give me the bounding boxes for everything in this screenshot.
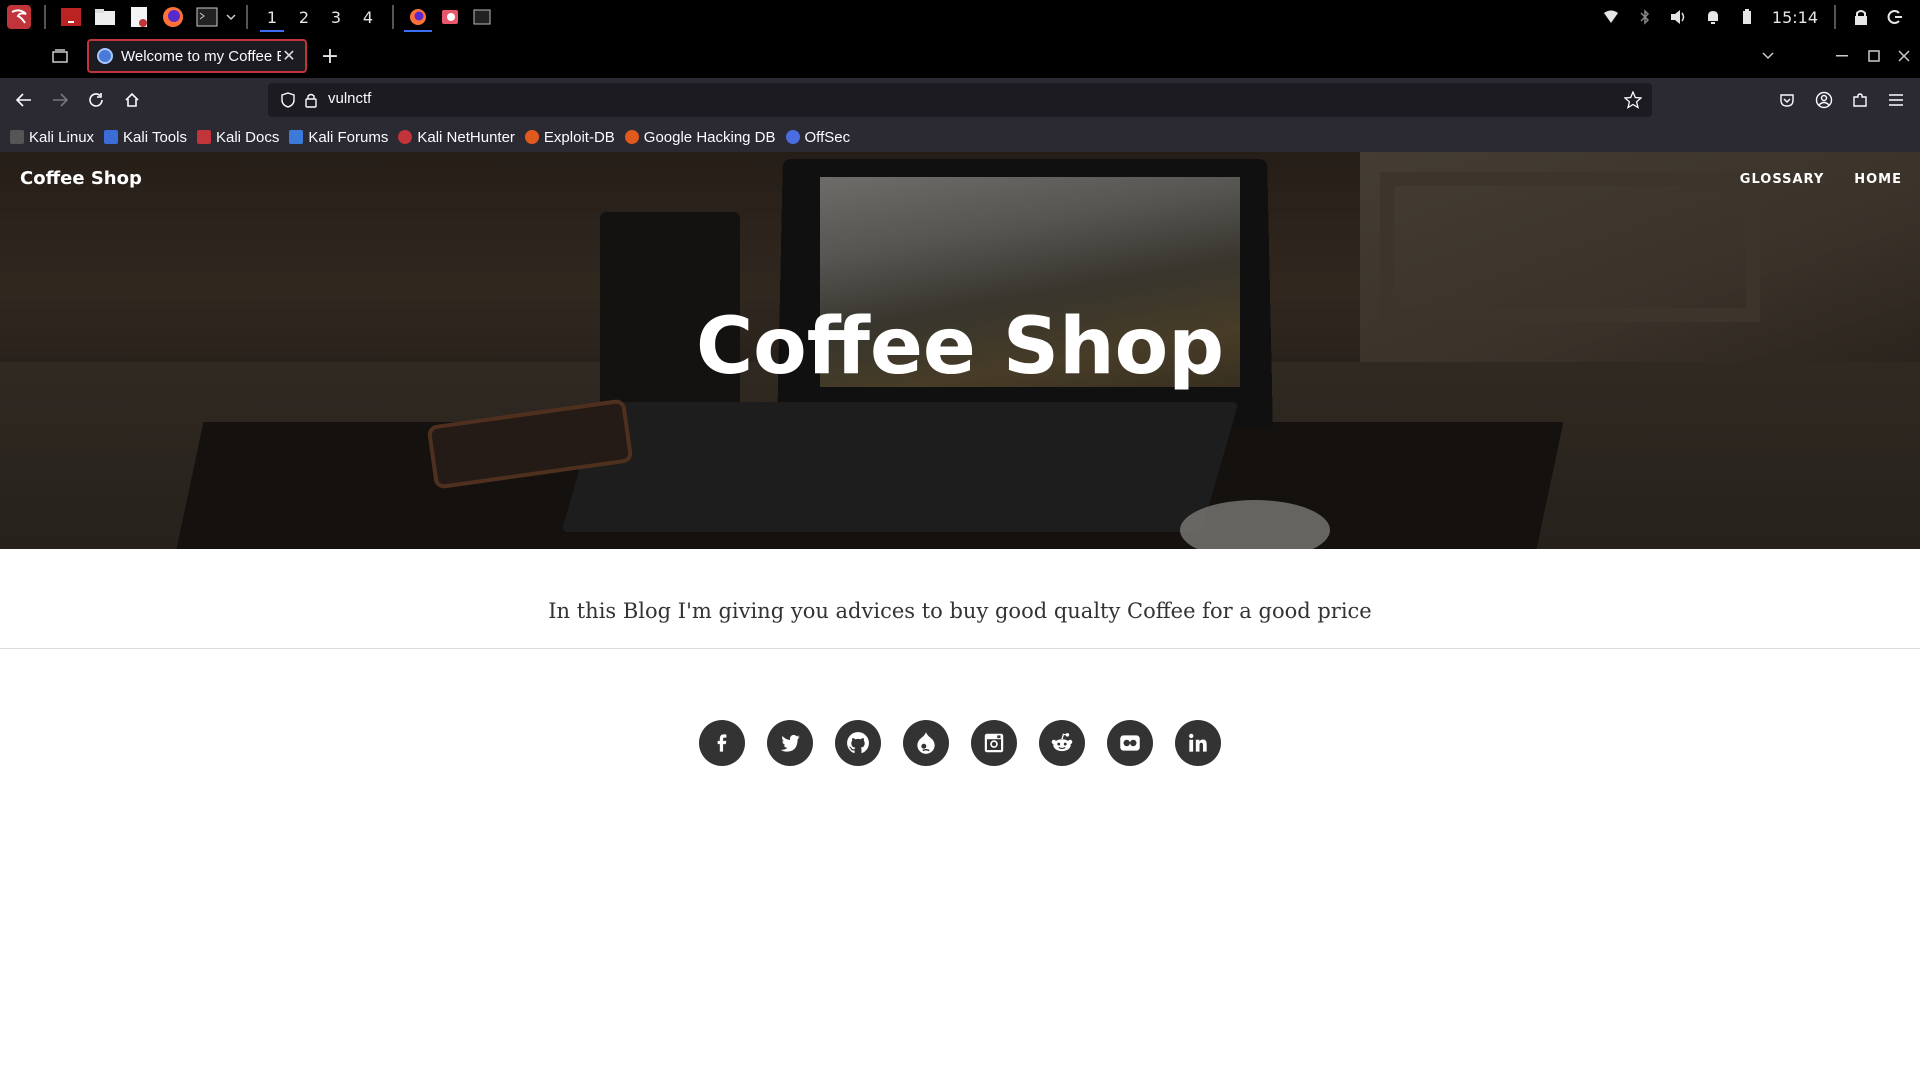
workspace-1[interactable]: 1 <box>256 0 288 34</box>
new-tab-button[interactable]: + <box>318 44 342 69</box>
tab-title: Welcome to my Coffee Bl <box>121 47 281 65</box>
taskbar-burp-window[interactable] <box>434 0 466 34</box>
volume-icon[interactable] <box>1662 0 1696 34</box>
intro-text: In this Blog I'm giving you advices to b… <box>548 599 1372 623</box>
bookmark-label: Kali Forums <box>308 128 389 146</box>
text-editor-icon[interactable] <box>125 3 153 31</box>
bookmark-kali-linux[interactable]: Kali Linux <box>10 129 94 146</box>
drupal-icon[interactable] <box>903 720 949 766</box>
list-all-tabs-icon[interactable] <box>1756 44 1780 68</box>
extensions-icon[interactable] <box>1846 86 1874 114</box>
wifi-icon[interactable] <box>1594 0 1628 34</box>
ghdb-icon <box>624 130 639 144</box>
facebook-icon[interactable] <box>699 720 745 766</box>
hero-title: Coffee Shop <box>695 302 1225 392</box>
bookmark-label: Kali NetHunter <box>417 128 515 146</box>
tab-bar: Welcome to my Coffee Bl ✕ + <box>0 34 1920 78</box>
exploit-db-icon <box>524 130 539 144</box>
bluetooth-icon[interactable] <box>1628 0 1662 34</box>
page-content: Coffee Shop GLOSSARY HOME Coffee Shop In… <box>0 152 1920 1080</box>
kali-forums-icon <box>289 130 304 144</box>
kali-menu-icon[interactable] <box>5 3 33 31</box>
github-icon[interactable] <box>835 720 881 766</box>
close-tab-icon[interactable]: ✕ <box>281 46 297 66</box>
bookmark-label: Exploit-DB <box>543 128 615 146</box>
divider <box>0 648 1920 649</box>
show-desktop-icon[interactable] <box>57 3 85 31</box>
kali-docs-icon <box>196 130 211 144</box>
navigation-toolbar: vulnctf <box>0 78 1920 122</box>
bookmark-label: OffSec <box>804 128 851 146</box>
nav-home[interactable]: HOME <box>1854 172 1902 187</box>
workspace-3[interactable]: 3 <box>320 0 352 34</box>
bookmark-label: Google Hacking DB <box>643 128 776 146</box>
firefox-view-icon[interactable] <box>48 44 72 68</box>
bookmark-exploit-db[interactable]: Exploit-DB <box>524 128 615 146</box>
hero-banner: Coffee Shop GLOSSARY HOME Coffee Shop <box>0 152 1920 549</box>
shield-icon[interactable] <box>280 92 296 112</box>
tab-coffee-blog[interactable]: Welcome to my Coffee Bl ✕ <box>87 39 307 73</box>
battery-icon[interactable] <box>1730 0 1764 34</box>
site-brand[interactable]: Coffee Shop <box>20 168 142 189</box>
taskbar-firefox-window[interactable] <box>402 0 434 34</box>
pocket-icon[interactable] <box>1773 86 1801 114</box>
nethunter-icon <box>398 130 413 144</box>
social-links <box>0 720 1920 766</box>
bookmark-kali-tools[interactable]: Kali Tools <box>104 129 187 146</box>
bookmark-label: Kali Linux <box>29 128 95 146</box>
firefox-icon[interactable] <box>159 3 187 31</box>
tab-favicon-icon <box>97 48 113 64</box>
clock[interactable]: 15:14 <box>1764 8 1826 27</box>
offsec-icon <box>785 130 800 144</box>
reddit-icon[interactable] <box>1039 720 1085 766</box>
bookmark-google-hacking-db[interactable]: Google Hacking DB <box>624 128 776 146</box>
taskbar-terminal-window[interactable] <box>466 0 498 34</box>
reload-icon[interactable] <box>82 86 110 114</box>
notification-bell-icon[interactable] <box>1696 0 1730 34</box>
taskbar: 1 2 3 4 15:14 <box>0 0 1920 34</box>
linkedin-icon[interactable] <box>1175 720 1221 766</box>
instagram-icon[interactable] <box>971 720 1017 766</box>
back-arrow-icon[interactable] <box>10 86 38 114</box>
minimize-icon[interactable] <box>1830 44 1854 68</box>
flickr-icon[interactable] <box>1107 720 1153 766</box>
chevron-down-icon[interactable] <box>224 3 238 31</box>
bookmark-kali-nethunter[interactable]: Kali NetHunter <box>398 129 515 146</box>
workspace-2[interactable]: 2 <box>288 0 320 34</box>
lock-screen-icon[interactable] <box>1844 0 1878 34</box>
site-nav: GLOSSARY HOME <box>1740 172 1902 187</box>
twitter-icon[interactable] <box>767 720 813 766</box>
bookmark-star-icon[interactable] <box>1623 90 1643 113</box>
maximize-icon[interactable] <box>1862 44 1886 68</box>
url-bar[interactable]: vulnctf <box>268 83 1652 117</box>
bookmarks-toolbar: Kali Linux Kali Tools Kali Docs Kali For… <box>0 122 1920 152</box>
bookmark-kali-forums[interactable]: Kali Forums <box>289 129 388 146</box>
close-window-icon[interactable] <box>1892 44 1916 68</box>
terminal-icon[interactable] <box>193 3 221 31</box>
account-icon[interactable] <box>1810 86 1838 114</box>
logout-icon[interactable] <box>1878 0 1912 34</box>
nav-glossary[interactable]: GLOSSARY <box>1740 172 1824 187</box>
file-manager-icon[interactable] <box>91 3 119 31</box>
bookmark-offsec[interactable]: OffSec <box>785 128 851 146</box>
bookmark-label: Kali Tools <box>123 128 187 146</box>
bookmark-label: Kali Docs <box>215 128 280 146</box>
kali-tools-icon <box>104 130 119 144</box>
kali-dragon-icon <box>10 130 24 144</box>
url-text[interactable]: vulnctf <box>328 90 371 107</box>
workspace-4[interactable]: 4 <box>352 0 384 34</box>
hamburger-menu-icon[interactable] <box>1882 86 1910 114</box>
home-icon[interactable] <box>118 86 146 114</box>
forward-arrow-icon[interactable] <box>46 86 74 114</box>
lock-icon[interactable] <box>304 92 318 112</box>
bookmark-kali-docs[interactable]: Kali Docs <box>196 128 280 146</box>
